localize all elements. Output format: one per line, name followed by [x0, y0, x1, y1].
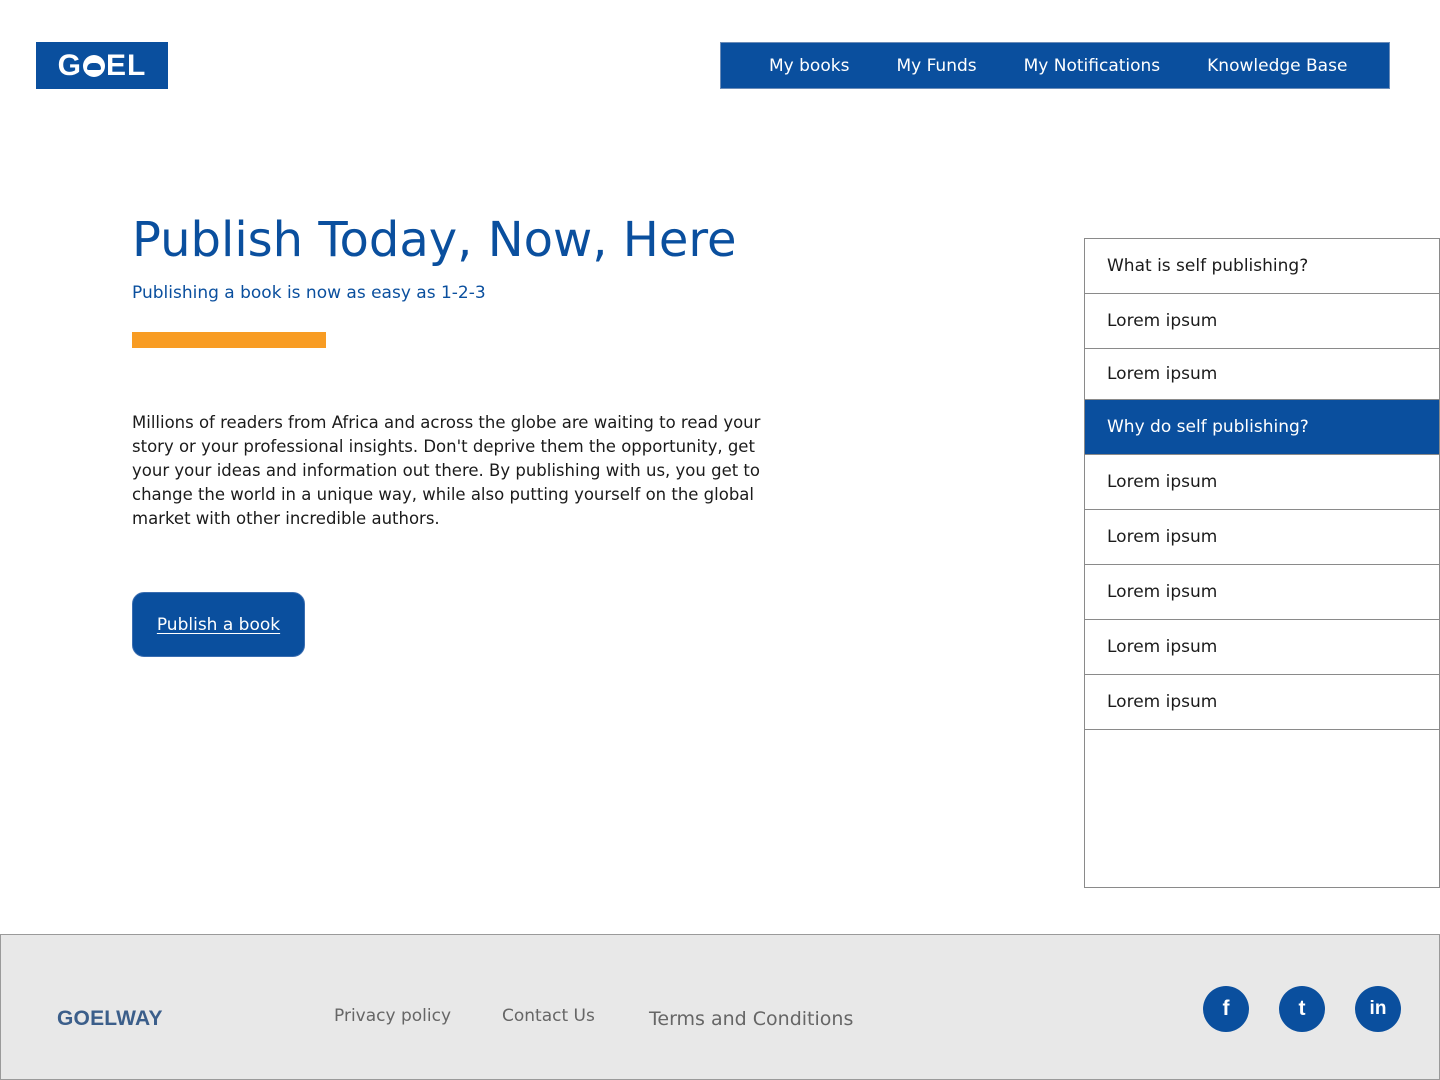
top-navigation: My books My Funds My Notifications Knowl…: [720, 42, 1390, 89]
footer-brand: GOELWAY: [57, 1007, 163, 1030]
logo[interactable]: G EL: [36, 42, 168, 89]
linkedin-glyph: in: [1369, 998, 1387, 1019]
nav-my-funds[interactable]: My Funds: [896, 56, 976, 76]
twitter-glyph: t: [1298, 997, 1306, 1020]
logo-text-left: G: [57, 48, 82, 82]
publish-book-label: Publish a book: [156, 614, 281, 635]
faq-item[interactable]: Lorem ipsum: [1085, 294, 1439, 349]
faq-item[interactable]: Lorem ipsum: [1085, 620, 1439, 675]
twitter-icon[interactable]: t: [1279, 986, 1325, 1032]
faq-item[interactable]: Lorem ipsum: [1085, 565, 1439, 620]
faq-item-what-is-self-publishing[interactable]: What is self publishing?: [1085, 239, 1439, 294]
contact-us-link[interactable]: Contact Us: [502, 1006, 595, 1026]
page-subtitle: Publishing a book is now as easy as 1-2-…: [132, 283, 486, 303]
page-title: Publish Today, Now, Here: [132, 212, 737, 268]
facebook-icon[interactable]: f: [1203, 986, 1249, 1032]
terms-link[interactable]: Terms and Conditions: [649, 1008, 853, 1030]
faq-item[interactable]: Lorem ipsum: [1085, 455, 1439, 510]
faq-item[interactable]: Lorem ipsum: [1085, 349, 1439, 400]
faq-panel: What is self publishing? Lorem ipsum Lor…: [1084, 238, 1440, 888]
nav-knowledge-base[interactable]: Knowledge Base: [1207, 56, 1347, 76]
logo-text-right: EL: [106, 48, 147, 82]
faq-item[interactable]: Lorem ipsum: [1085, 675, 1439, 730]
footer: GOELWAY Privacy policy Contact Us Terms …: [0, 934, 1440, 1080]
nav-my-books[interactable]: My books: [769, 56, 849, 76]
faq-item-why-self-publishing[interactable]: Why do self publishing?: [1085, 400, 1439, 455]
linkedin-icon[interactable]: in: [1355, 986, 1401, 1032]
nav-my-notifications[interactable]: My Notifications: [1024, 56, 1161, 76]
privacy-policy-link[interactable]: Privacy policy: [334, 1006, 451, 1026]
accent-divider: [132, 332, 326, 348]
intro-paragraph: Millions of readers from Africa and acro…: [132, 413, 761, 528]
faq-item[interactable]: Lorem ipsum: [1085, 510, 1439, 565]
logo-icon: [83, 54, 105, 77]
facebook-glyph: f: [1222, 997, 1230, 1020]
publish-book-button[interactable]: Publish a book: [132, 592, 305, 657]
